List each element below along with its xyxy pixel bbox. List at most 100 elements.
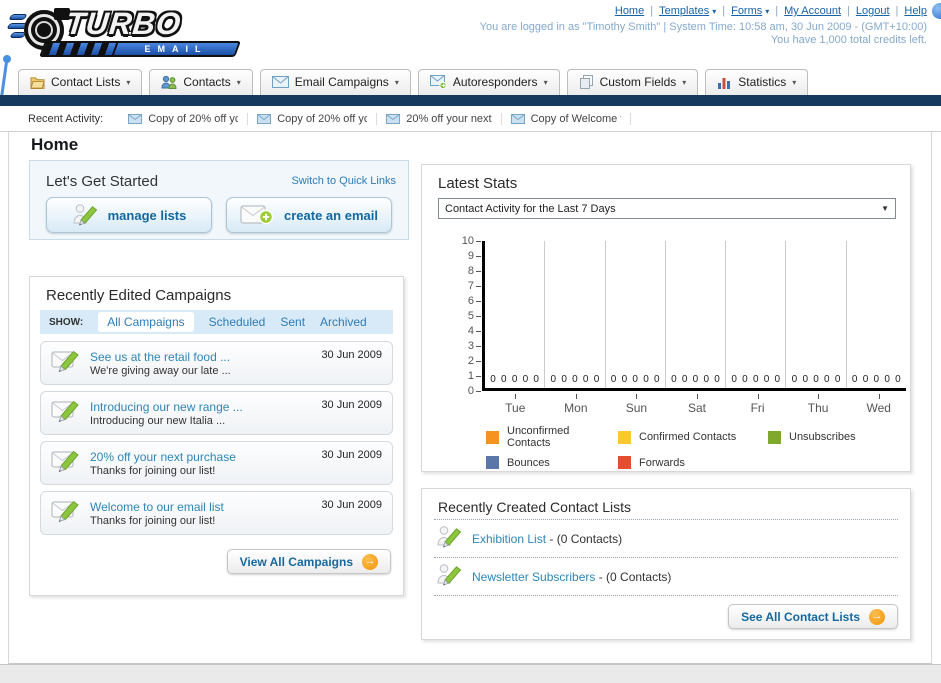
contact-list-link[interactable]: Exhibition List bbox=[472, 532, 546, 546]
get-started-panel: Let's Get Started Switch to Quick Links … bbox=[29, 160, 409, 240]
x-tick-mark bbox=[818, 394, 820, 399]
header-link-home[interactable]: Home bbox=[615, 5, 644, 17]
help-bubble-icon[interactable] bbox=[932, 3, 941, 19]
legend-item: Bounces bbox=[486, 456, 608, 469]
bar-value-label: 0 bbox=[862, 374, 869, 385]
recent-activity-text: Copy of 20% off yc bbox=[277, 112, 368, 125]
logo-email-bar: EMAIL bbox=[39, 41, 241, 57]
bar-value-row: 00000 bbox=[545, 374, 604, 385]
credits-text: You have 1,000 total credits left. bbox=[770, 34, 927, 46]
campaign-title-link[interactable]: 20% off your next purchase bbox=[90, 450, 236, 464]
recent-activity-item[interactable]: Copy of 20% off yc bbox=[248, 112, 378, 125]
legend-item: Forwards bbox=[618, 456, 758, 469]
bar-value-label: 0 bbox=[621, 374, 628, 385]
folder-icon bbox=[30, 75, 45, 89]
switch-to-quick-links-link[interactable]: Switch to Quick Links bbox=[291, 175, 396, 187]
contact-list-text: Newsletter Subscribers - (0 Contacts) bbox=[472, 570, 671, 584]
arrow-right-icon: → bbox=[362, 553, 378, 570]
chevron-down-icon: ▾ bbox=[236, 77, 241, 87]
manage-lists-label: manage lists bbox=[107, 207, 187, 223]
chevron-down-icon: ▾ bbox=[394, 77, 399, 87]
contact-list-text: Exhibition List - (0 Contacts) bbox=[472, 532, 622, 546]
bar-value-label: 0 bbox=[802, 374, 808, 385]
header-link-my-account[interactable]: My Account bbox=[784, 5, 841, 17]
x-tick-mark bbox=[878, 394, 880, 399]
tab-email-campaigns[interactable]: Email Campaigns ▾ bbox=[259, 69, 411, 95]
dotted-divider bbox=[434, 595, 898, 596]
bar-value-label: 0 bbox=[884, 374, 890, 385]
bar-value-label: 0 bbox=[501, 374, 507, 385]
tab-autoresponders[interactable]: Autoresponders ▾ bbox=[417, 69, 560, 95]
chart-day-group: 00000 bbox=[666, 241, 727, 388]
y-tick-label: 5 bbox=[467, 310, 474, 322]
bar-value-label: 0 bbox=[550, 374, 557, 385]
filter-sent[interactable]: Sent bbox=[280, 315, 305, 329]
main-nav-bar: Contact Lists ▾ Contacts ▾ Email Campaigns ▾ A… bbox=[0, 64, 941, 95]
x-tick-label: Mon bbox=[564, 401, 588, 415]
tab-contact-lists[interactable]: Contact Lists ▾ bbox=[18, 69, 143, 95]
legend-label: Bounces bbox=[507, 456, 550, 469]
filter-all-campaigns[interactable]: All Campaigns bbox=[98, 312, 194, 332]
bar-value-label: 0 bbox=[834, 374, 841, 385]
campaign-edit-icon bbox=[51, 447, 81, 479]
bar-value-label: 0 bbox=[824, 374, 830, 385]
link-separator: | bbox=[775, 5, 779, 17]
campaign-item: See us at the retail food ... We're givin… bbox=[40, 341, 393, 385]
header-link-templates[interactable]: Templates ▾ bbox=[659, 5, 716, 17]
chart-plot-area: 00000000000000000000000000000000000 bbox=[482, 241, 906, 391]
y-tick-mark bbox=[476, 256, 481, 257]
bar-value-label: 0 bbox=[714, 374, 720, 385]
get-started-title: Let's Get Started bbox=[46, 173, 159, 190]
recent-activity-text: Copy of 20% off yc bbox=[148, 112, 239, 125]
tab-label: Custom Fields bbox=[599, 75, 677, 89]
y-tick-mark bbox=[476, 331, 481, 332]
campaign-title-link[interactable]: Introducing our new range ... bbox=[90, 400, 243, 414]
manage-lists-button[interactable]: manage lists bbox=[46, 197, 212, 233]
campaign-subtitle: Introducing our new Italia ... bbox=[90, 414, 226, 427]
contact-list-link[interactable]: Newsletter Subscribers bbox=[472, 570, 595, 584]
campaign-text: Welcome to our email list Thanks for join… bbox=[90, 500, 224, 527]
campaign-item: 20% off your next purchase Thanks for joi… bbox=[40, 441, 393, 485]
bar-value-label: 0 bbox=[873, 374, 880, 385]
see-all-contact-lists-button[interactable]: See All Contact Lists → bbox=[728, 604, 898, 629]
x-tick-label: Fri bbox=[750, 401, 765, 415]
header-link-logout[interactable]: Logout bbox=[856, 5, 890, 17]
chevron-down-icon: ▾ bbox=[712, 7, 717, 16]
see-all-contact-lists-label: See All Contact Lists bbox=[741, 609, 860, 624]
x-tick-label: Thu bbox=[807, 401, 829, 415]
page-footer-strip bbox=[0, 664, 941, 683]
bar-value-label: 0 bbox=[681, 374, 688, 385]
campaign-title-link[interactable]: See us at the retail food ... bbox=[90, 350, 231, 364]
bar-value-label: 0 bbox=[752, 374, 759, 385]
x-tick-mark bbox=[575, 394, 577, 399]
create-an-email-button[interactable]: create an email bbox=[226, 197, 392, 233]
recent-activity-item[interactable]: 20% off your next bbox=[377, 112, 502, 125]
bar-value-row: 00000 bbox=[726, 374, 785, 385]
tab-custom-fields[interactable]: Custom Fields ▾ bbox=[566, 69, 699, 95]
header-link-forms[interactable]: Forms ▾ bbox=[731, 5, 769, 17]
header-nav: Home | Templates ▾ | Forms ▾ | My Account | Logout… bbox=[615, 5, 927, 17]
y-tick-mark bbox=[476, 286, 481, 287]
nav-divider-bar bbox=[0, 95, 941, 106]
campaign-title-link[interactable]: Welcome to our email list bbox=[90, 500, 224, 514]
filter-archived[interactable]: Archived bbox=[320, 315, 367, 329]
bar-value-row: 00000 bbox=[606, 374, 665, 385]
y-tick-mark bbox=[476, 376, 481, 377]
recent-activity-item[interactable]: Copy of 20% off yc bbox=[119, 112, 249, 125]
link-separator: | bbox=[722, 5, 726, 17]
chart-day-group: 00000 bbox=[485, 241, 546, 388]
recent-activity-item[interactable]: Copy of Welcome tc bbox=[502, 112, 631, 125]
tab-contacts[interactable]: Contacts ▾ bbox=[149, 69, 253, 95]
tab-statistics[interactable]: Statistics ▾ bbox=[705, 69, 809, 95]
chart-day-group: 00000 bbox=[726, 241, 787, 388]
bar-value-label: 0 bbox=[572, 374, 578, 385]
bar-value-label: 0 bbox=[813, 374, 819, 385]
bar-value-label: 0 bbox=[731, 374, 737, 385]
header-link-help[interactable]: Help bbox=[904, 5, 927, 17]
y-tick-mark bbox=[476, 271, 481, 272]
view-all-campaigns-button[interactable]: View All Campaigns → bbox=[226, 549, 391, 574]
bar-value-label: 0 bbox=[742, 374, 748, 385]
envelope-small-icon bbox=[510, 113, 525, 124]
filter-scheduled[interactable]: Scheduled bbox=[209, 315, 266, 329]
chart-day-group: 00000 bbox=[545, 241, 606, 388]
